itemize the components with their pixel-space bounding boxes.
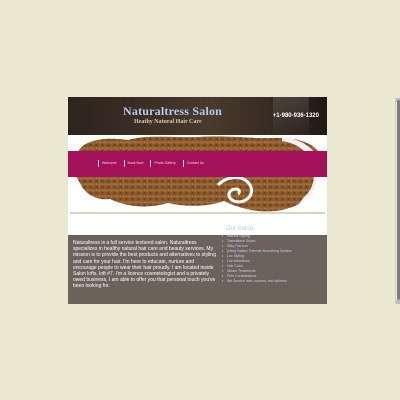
scrollbar[interactable]	[395, 98, 400, 304]
service-label: Steam Treatments	[227, 269, 256, 273]
hero-banner: Welcome Book Now Photo Gallery Contact U…	[68, 135, 327, 215]
sidebar-title: Our Salon	[226, 226, 254, 232]
service-label: Silky Flat Iron	[227, 244, 249, 248]
service-label: Free Consultations	[227, 274, 257, 278]
bullet-icon: •	[222, 279, 224, 283]
service-label: Loc extentions	[227, 259, 250, 263]
site-header: Naturaltress Salon Heathy Natural Hair C…	[68, 97, 327, 135]
content-panel-body: Naturaltress is a full service textured …	[68, 226, 327, 304]
intro-paragraph: Naturaltress is a full service textured …	[73, 240, 216, 290]
scroll-down-arrow-icon[interactable]	[396, 300, 400, 304]
nav-item-welcome[interactable]: Welcome	[98, 160, 120, 167]
service-label: Natural Styling	[227, 234, 250, 238]
service-list: • Natural Styling • Transitional Styles • S…	[221, 234, 321, 284]
service-item[interactable]: • We Service men, women, and children	[221, 279, 321, 284]
service-label: We Service men, women, and children	[227, 279, 287, 283]
phone-number: +1-980-936-1320	[272, 113, 319, 119]
nav-item-book-now[interactable]: Book Now	[123, 160, 147, 167]
service-label: Loc Styling	[227, 254, 245, 258]
main-navigation: Welcome Book Now Photo Gallery Contact U…	[68, 151, 327, 177]
site-tagline: Heathy Natural Hair Care	[134, 119, 202, 125]
service-label: (New) Naked Thermal Smoothing System	[227, 249, 292, 253]
nav-item-photo-gallery[interactable]: Photo Gallery	[150, 160, 178, 167]
nav-list: Welcome Book Now Photo Gallery Contact U…	[98, 160, 207, 167]
nav-item-contact-us[interactable]: Contact Us	[182, 160, 207, 167]
banner-divider	[70, 212, 325, 214]
site-title[interactable]: Naturaltress Salon	[123, 104, 222, 119]
service-label: Transitional Styles	[227, 239, 256, 243]
service-label: Hair Color	[227, 264, 243, 268]
